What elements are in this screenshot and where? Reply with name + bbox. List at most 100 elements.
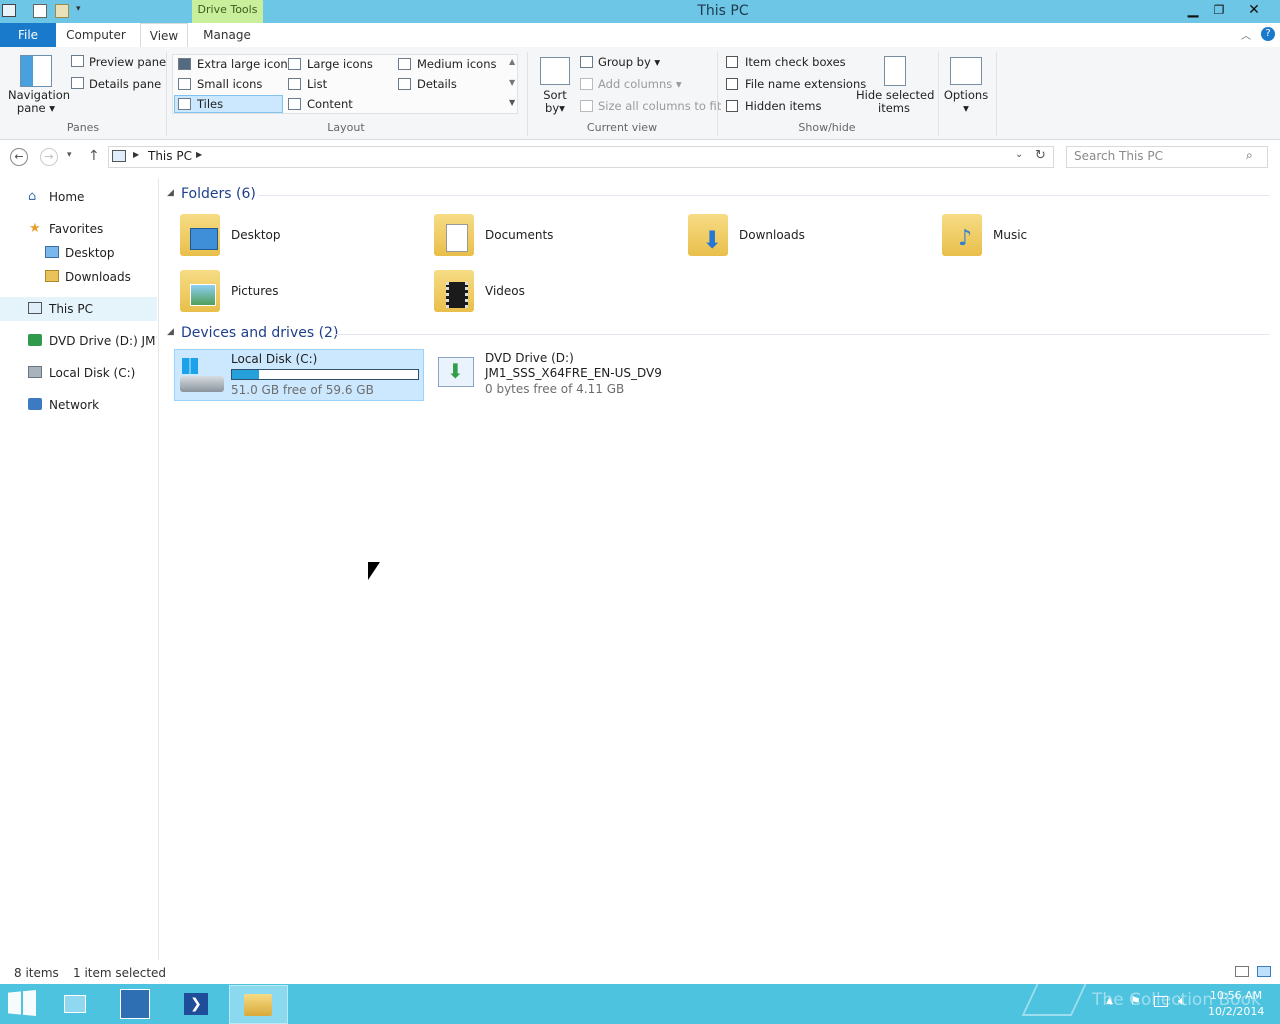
options-icon — [950, 57, 982, 85]
taskbar-powershell[interactable]: ❯ — [168, 985, 224, 1024]
hide-selected-label-2: items — [878, 101, 910, 115]
search-icon[interactable]: ⌕ — [1246, 148, 1253, 163]
details-pane-button[interactable]: Details pane — [89, 77, 161, 91]
downloads-folder-tile-icon: ⬇ — [688, 214, 728, 256]
group-by-button[interactable]: Group by ▾ — [598, 55, 660, 69]
address-bar[interactable] — [108, 146, 1054, 168]
gallery-scroll-up-icon[interactable]: ▲ — [509, 57, 515, 66]
tab-file[interactable]: File — [0, 23, 56, 47]
nav-item-dvd-drive[interactable]: DVD Drive (D:) JM1_S — [49, 334, 157, 348]
nav-item-favorites[interactable]: Favorites — [49, 222, 103, 236]
content-icon — [288, 98, 301, 110]
desktop-folder-icon — [180, 214, 220, 256]
layout-small-icons[interactable]: Small icons — [197, 77, 262, 91]
add-columns-button[interactable]: Add columns ▾ — [598, 77, 682, 91]
help-icon[interactable]: ? — [1261, 27, 1275, 41]
search-placeholder: Search This PC — [1074, 149, 1163, 163]
local-disk-nav-icon — [28, 366, 42, 378]
back-button[interactable]: ← — [10, 148, 28, 166]
devices-header[interactable]: Devices and drives (2) — [181, 325, 338, 341]
gallery-more-icon[interactable]: ▼ — [509, 98, 515, 107]
clock-date[interactable]: 10/2/2014 — [1208, 1005, 1264, 1018]
file-name-extensions-checkbox[interactable] — [726, 78, 738, 90]
folder-tile-pictures[interactable]: Pictures — [176, 266, 426, 318]
nav-item-downloads[interactable]: Downloads — [65, 270, 131, 284]
navigation-pane-label-2: pane — [16, 101, 46, 115]
large-icons-view-icon[interactable] — [1257, 966, 1271, 977]
tab-manage[interactable]: Manage — [196, 23, 258, 47]
size-all-columns-button[interactable]: Size all columns to fit — [598, 99, 721, 113]
folders-header[interactable]: Folders (6) — [181, 186, 256, 202]
this-pc-icon — [112, 150, 126, 162]
preview-pane-button[interactable]: Preview pane — [89, 55, 166, 69]
recent-locations-icon[interactable]: ▾ — [67, 150, 72, 160]
drive-free-space: 0 bytes free of 4.11 GB — [485, 382, 625, 396]
restore-button[interactable]: ❐ — [1202, 0, 1236, 21]
gallery-scroll-down-icon[interactable]: ▼ — [509, 78, 515, 87]
layout-list[interactable]: List — [307, 77, 327, 91]
layout-details[interactable]: Details — [417, 77, 457, 91]
item-check-boxes-checkbox[interactable] — [726, 56, 738, 68]
panes-group-label: Panes — [66, 121, 100, 134]
collapse-folders-icon[interactable]: ◢ — [167, 188, 174, 198]
navigation-pane-icon — [20, 55, 52, 87]
folder-tile-documents[interactable]: Documents — [430, 210, 680, 262]
minimize-ribbon-icon[interactable]: ︿ — [1241, 27, 1251, 42]
tab-view[interactable]: View — [140, 23, 188, 48]
breadcrumb-this-pc[interactable]: This PC — [148, 149, 192, 163]
drive-tile-local-disk[interactable]: Local Disk (C:) 51.0 GB free of 59.6 GB — [174, 349, 424, 401]
collapse-devices-icon[interactable]: ◢ — [167, 327, 174, 337]
forward-button[interactable]: → — [40, 148, 58, 166]
breadcrumb-chevron-icon[interactable]: ▶ — [133, 150, 139, 159]
nav-item-home[interactable]: Home — [49, 190, 84, 204]
hidden-items-checkbox[interactable] — [726, 100, 738, 112]
desktop-icon — [45, 246, 59, 258]
folders-taskbar-icon — [64, 995, 86, 1013]
layout-large-icons[interactable]: Large icons — [307, 57, 373, 71]
current-view-group-label: Current view — [586, 121, 658, 134]
sort-by-button[interactable]: Sort by▾ — [538, 89, 572, 115]
details-view-icon[interactable] — [1235, 966, 1249, 977]
show-hidden-icons-icon[interactable]: ▲ — [1106, 996, 1113, 1006]
this-pc-nav-icon — [28, 302, 42, 314]
tab-computer[interactable]: Computer — [64, 23, 128, 47]
network-tray-icon[interactable] — [1154, 996, 1168, 1007]
taskbar-file-explorer[interactable] — [229, 985, 288, 1024]
nav-item-desktop[interactable]: Desktop — [65, 246, 115, 260]
window-title: This PC — [697, 3, 749, 19]
refresh-icon[interactable]: ↻ — [1035, 148, 1046, 163]
breadcrumb-chevron-icon[interactable]: ▶ — [196, 150, 202, 159]
navigation-pane-button[interactable]: Navigation pane ▾ — [8, 89, 70, 115]
nav-item-network[interactable]: Network — [49, 398, 99, 412]
folder-tile-videos[interactable]: Videos — [430, 266, 680, 318]
medium-icons-icon — [398, 58, 411, 70]
start-button[interactable] — [8, 990, 38, 1018]
layout-medium-icons[interactable]: Medium icons — [417, 57, 496, 71]
address-dropdown-icon[interactable]: ⌄ — [1015, 149, 1023, 160]
folder-tile-music[interactable]: ♪ Music — [938, 210, 1188, 262]
options-button[interactable]: Options ▾ — [940, 89, 992, 115]
add-columns-label: Add columns — [598, 77, 673, 91]
devices-divider — [333, 334, 1270, 335]
layout-tiles[interactable]: Tiles — [197, 97, 223, 111]
action-center-flag-icon[interactable]: ⚑ — [1130, 994, 1141, 1008]
folder-tile-downloads[interactable]: ⬇ Downloads — [684, 210, 934, 262]
layout-extra-large-icons[interactable]: Extra large icons — [197, 57, 294, 71]
folder-label: Videos — [485, 284, 525, 298]
layout-content[interactable]: Content — [307, 97, 353, 111]
group-by-icon — [580, 56, 593, 68]
folder-tile-desktop[interactable]: Desktop — [176, 210, 426, 262]
nav-item-local-disk[interactable]: Local Disk (C:) — [49, 366, 135, 380]
clock-time[interactable]: 10:56 AM — [1208, 989, 1264, 1002]
close-button[interactable]: ✕ — [1237, 0, 1271, 21]
layout-group-label: Layout — [327, 121, 365, 134]
folder-label: Documents — [485, 228, 554, 242]
drive-tile-dvd[interactable]: ⬇ DVD Drive (D:) JM1_SSS_X64FRE_EN-US_DV… — [430, 349, 680, 401]
nav-item-this-pc[interactable]: This PC — [49, 302, 93, 316]
up-button[interactable]: ↑ — [88, 148, 100, 164]
taskbar-server-manager[interactable] — [108, 985, 164, 1024]
taskbar-task-view[interactable] — [48, 985, 104, 1024]
hide-selected-items-button[interactable]: Hide selected items — [856, 89, 934, 115]
dvd-drive-nav-icon — [28, 334, 42, 346]
speaker-muted-icon[interactable]: 🔇︎ — [1178, 994, 1186, 1009]
